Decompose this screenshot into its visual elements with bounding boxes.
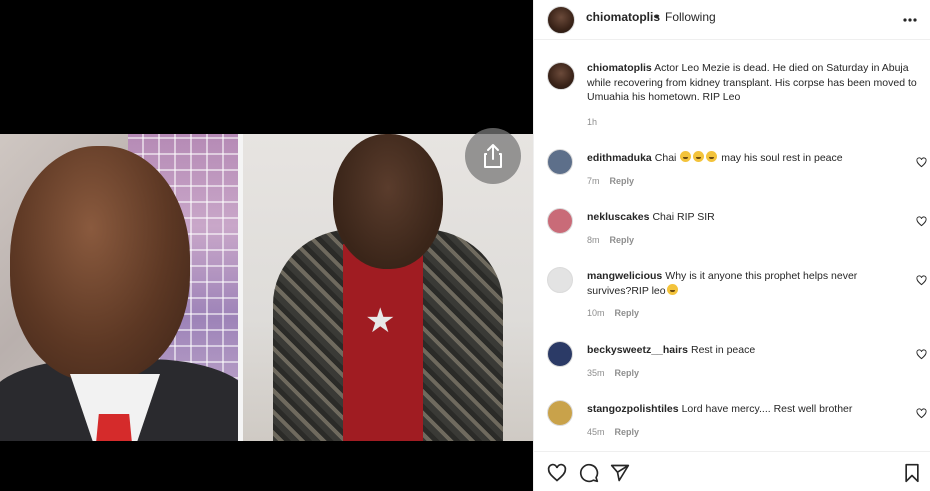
heart-icon[interactable] [916,157,927,168]
action-bar [534,451,930,491]
caption-username[interactable]: chiomatoplis [587,62,652,74]
commenter-avatar[interactable] [547,267,573,293]
comment-text-continued: may his soul rest in peace [721,152,843,164]
comment-timestamp: 7m [587,176,600,186]
reply-button[interactable]: Reply [615,368,640,378]
commenter-username[interactable]: edithmaduka [587,152,652,164]
separator-dot: • [655,10,660,24]
comment-timestamp: 45m [587,427,605,437]
commenter-username[interactable]: beckysweetz__hairs [587,344,688,356]
commenter-username[interactable]: stangozpolishtiles [587,403,679,415]
reply-button[interactable]: Reply [615,427,640,437]
more-options-icon[interactable] [898,10,922,30]
heart-icon[interactable] [916,216,927,227]
commenter-username[interactable]: mangwelicious [587,270,662,282]
header-username[interactable]: chiomatoplis [586,10,660,24]
bookmark-icon[interactable] [902,463,922,483]
comment-text: Chai [654,152,677,164]
caption-timestamp: 1h [587,117,598,127]
comment-timestamp: 8m [587,235,600,245]
commenter-avatar[interactable] [547,400,573,426]
comment-item: edithmaduka Chai may his soul rest in pea… [547,149,927,199]
share-icon[interactable] [465,128,521,184]
comment-item: beckysweetz__hairs Rest in peace 35m Reply [547,341,927,391]
commenter-avatar[interactable] [547,149,573,175]
commenter-username[interactable]: nekluscakes [587,211,649,223]
heart-icon[interactable] [916,275,927,286]
comment-item: nekluscakes Chai RIP SIR 8m Reply [547,208,927,258]
commenter-avatar[interactable] [547,341,573,367]
comment-timestamp: 35m [587,368,605,378]
heart-icon[interactable] [916,408,927,419]
reply-button[interactable]: Reply [610,235,635,245]
comment-timestamp: 10m [587,308,605,318]
crying-emoji-icon [676,151,721,164]
heart-icon[interactable] [916,349,927,360]
comment-item: mangwelicious Why is it anyone this proph… [547,267,927,318]
star-graphic: ★ [365,301,396,341]
comment-text: Lord have mercy.... Rest well brother [681,403,853,415]
photo-portrait [0,134,238,441]
commenter-avatar[interactable] [547,208,573,234]
send-icon[interactable] [610,463,630,483]
following-button[interactable]: Following [665,10,716,24]
comment-icon[interactable] [579,463,599,483]
sad-emoji-icon [666,283,678,295]
reply-button[interactable]: Reply [615,308,640,318]
post-media: ★ [0,0,533,491]
reply-button[interactable]: Reply [610,176,635,186]
comment-text: Rest in peace [690,344,756,356]
avatar[interactable] [547,6,575,34]
heart-icon[interactable] [547,463,567,483]
post-panel: chiomatoplis • Following chiomatoplis Ac… [533,0,930,491]
comment-item: stangozpolishtiles Lord have mercy.... Re… [547,400,927,450]
caption-avatar[interactable] [547,62,575,90]
post-header: chiomatoplis • Following [534,0,930,40]
comment-text: Chai RIP SIR [652,211,715,223]
post-photo: ★ [0,134,533,441]
